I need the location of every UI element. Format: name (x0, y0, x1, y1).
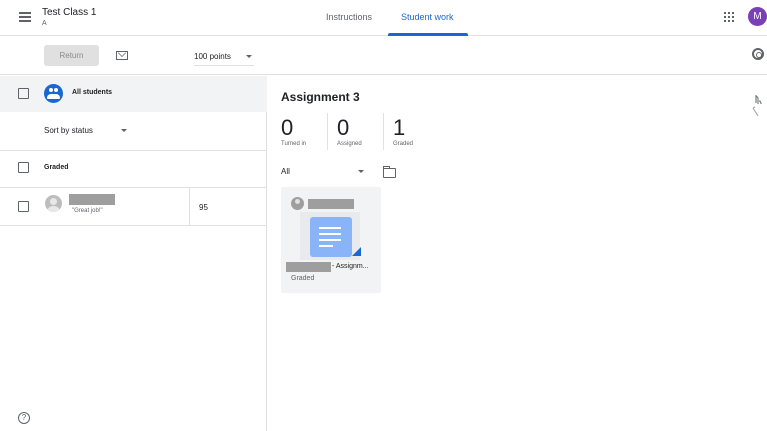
file-name-redacted (286, 262, 331, 272)
all-students-checkbox[interactable] (18, 88, 29, 99)
student-work-card[interactable]: - Assignm... Graded (281, 187, 381, 293)
document-corner (352, 247, 361, 256)
graded-count: 1 (393, 115, 406, 140)
student-name-redacted (308, 199, 354, 209)
points-select[interactable]: 100 points (194, 52, 231, 61)
tab-instructions[interactable]: Instructions (326, 12, 372, 22)
grading-toolbar: Return 100 points (0, 37, 767, 117)
folder-icon[interactable] (383, 166, 396, 178)
divider (189, 188, 190, 226)
divider (0, 150, 267, 151)
tab-student-work[interactable]: Student work (401, 12, 454, 22)
avatar (291, 197, 304, 210)
file-name: - Assignm... (332, 263, 369, 270)
divider (383, 113, 384, 150)
all-students-label: All students (72, 89, 113, 96)
help-icon[interactable]: ? (18, 412, 30, 424)
pointer-hand-icon (752, 95, 762, 117)
menu-icon[interactable] (19, 12, 31, 22)
class-title[interactable]: Test Class 1 (42, 7, 96, 18)
turned-in-label: Turned in (281, 141, 307, 147)
student-list-panel: All students Sort by status Graded "Grea… (0, 76, 267, 431)
student-checkbox[interactable] (18, 201, 29, 212)
graded-group-checkbox[interactable] (18, 162, 29, 173)
assigned-label: Assigned (337, 141, 362, 147)
sort-dropdown[interactable]: Sort by status (44, 126, 93, 135)
account-avatar[interactable]: M (748, 7, 767, 26)
chevron-down-icon[interactable] (121, 129, 127, 132)
divider (327, 113, 328, 150)
top-header: Test Class 1 A Instructions Student work… (0, 0, 767, 36)
active-tab-indicator (388, 33, 468, 36)
document-icon (310, 217, 352, 257)
graded-label: Graded (393, 141, 414, 147)
assignment-title: Assignment 3 (281, 90, 360, 104)
divider (0, 225, 267, 226)
student-name-redacted[interactable] (69, 194, 115, 205)
turned-in-count: 0 (281, 115, 294, 140)
people-icon (44, 84, 63, 103)
divider (0, 187, 267, 188)
grade-input[interactable]: 95 (199, 203, 208, 212)
graded-group-label: Graded (44, 164, 69, 171)
points-underline (194, 65, 254, 66)
gear-icon[interactable] (752, 48, 764, 60)
apps-icon[interactable] (724, 12, 734, 22)
private-comment: "Great job!" (72, 208, 103, 214)
filter-dropdown[interactable]: All (281, 167, 290, 176)
mail-icon[interactable] (116, 51, 128, 60)
all-students-row[interactable]: All students (0, 76, 267, 112)
assigned-count: 0 (337, 115, 350, 140)
return-button[interactable]: Return (44, 45, 99, 66)
class-section: A (42, 20, 47, 27)
status-badge: Graded (291, 275, 315, 282)
chevron-down-icon[interactable] (246, 55, 252, 58)
chevron-down-icon[interactable] (358, 170, 364, 173)
avatar (45, 195, 62, 212)
